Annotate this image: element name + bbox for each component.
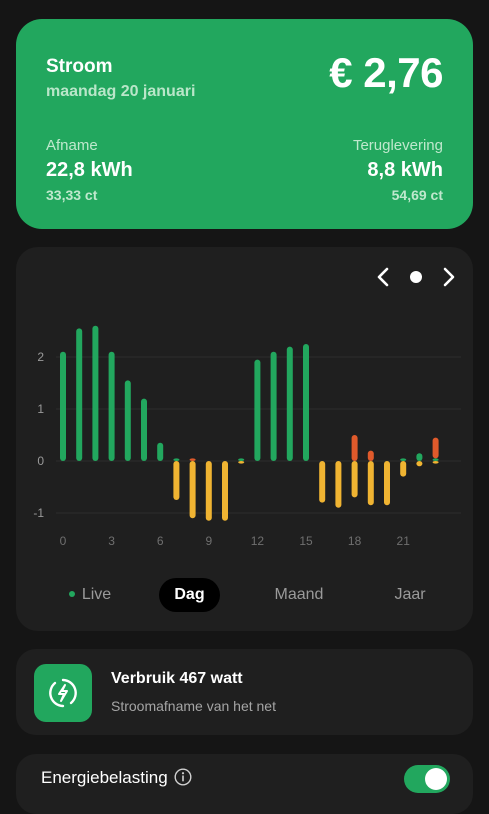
chart-bar (319, 461, 326, 503)
chart-bar (173, 461, 180, 500)
energy-tax-label: Energiebelasting (41, 768, 168, 787)
teruglevering-price: 54,69 ct (391, 187, 443, 203)
chart-bar (76, 328, 83, 461)
y-tick-label: 2 (37, 350, 44, 364)
chart-bar (367, 461, 374, 506)
afname-label: Afname (46, 137, 98, 154)
teruglevering-value: 8,8 kWh (367, 159, 443, 181)
toggle-knob (425, 768, 447, 790)
x-tick-label: 0 (60, 534, 67, 548)
afname-value: 22,8 kWh (46, 159, 133, 181)
chart-bar (416, 453, 423, 461)
chart-bar (141, 398, 147, 461)
tab-dag[interactable]: Dag (159, 578, 220, 612)
summary-date: maandag 20 januari (46, 83, 196, 100)
chart-bar (157, 442, 164, 461)
x-tick-label: 3 (108, 534, 115, 548)
chart-bar (238, 461, 245, 464)
y-tick-label: -1 (33, 506, 44, 520)
chart-bar (432, 458, 439, 461)
chart-bar (351, 435, 358, 461)
x-tick-label: 6 (157, 534, 164, 548)
period-tabs: Live Dag Maand Jaar (0, 578, 489, 612)
chart-bar (222, 461, 228, 521)
chart-bar (189, 458, 196, 461)
chart-bar (367, 450, 374, 461)
usage-subtitle: Stroomafname van het net (111, 698, 276, 714)
chart-bar (124, 380, 131, 461)
chart-bar (400, 458, 407, 461)
energy-tax-card: Energiebelasting (16, 754, 473, 814)
electricity-summary-card: Stroom maandag 20 januari € 2,76 Afname … (16, 19, 473, 229)
tab-jaar[interactable]: Jaar (384, 578, 436, 612)
y-tick-label: 1 (37, 402, 44, 416)
energy-tax-toggle[interactable] (404, 765, 450, 793)
chart-bar (303, 344, 309, 461)
chart-bar (60, 351, 66, 461)
summary-amount: € 2,76 (329, 49, 443, 96)
lightning-icon (34, 664, 92, 722)
chart-bar (92, 325, 99, 461)
live-dot-icon (68, 590, 75, 597)
hourly-energy-chart: -10120 3 6 9 12 15 18 21 (33, 325, 461, 548)
summary-title: Stroom (46, 56, 113, 77)
chart-bar (108, 351, 115, 461)
info-icon[interactable] (174, 768, 192, 786)
chart-bar (173, 458, 180, 461)
usage-title: Verbruik 467 watt (111, 670, 243, 687)
tab-maand[interactable]: Maand (263, 578, 335, 612)
chart-bar (432, 461, 439, 464)
chart-bar (286, 346, 293, 461)
teruglevering-label: Teruglevering (352, 137, 443, 154)
chart-bar (205, 461, 212, 521)
chart-bar (189, 461, 196, 519)
x-tick-label: 12 (251, 534, 265, 548)
afname-price: 33,33 ct (46, 187, 98, 203)
chart-bar (384, 461, 390, 506)
chart-bar (254, 359, 261, 461)
chart-bar (351, 461, 358, 498)
chart-bar (416, 461, 423, 467)
chart-bar (400, 461, 407, 477)
tab-live[interactable]: Live (60, 578, 120, 612)
x-tick-label: 18 (348, 534, 362, 548)
tab-live-label: Live (81, 586, 112, 603)
x-tick-label: 21 (397, 534, 411, 548)
x-tick-label: 9 (205, 534, 212, 548)
chart-bar (432, 437, 439, 459)
chart-bar (335, 461, 342, 508)
x-tick-label: 15 (299, 534, 313, 548)
usage-card[interactable]: Verbruik 467 watt Stroomafname van het n… (16, 649, 473, 735)
chart-bar (270, 351, 277, 461)
y-tick-label: 0 (37, 454, 44, 468)
chart-bar (238, 458, 245, 461)
